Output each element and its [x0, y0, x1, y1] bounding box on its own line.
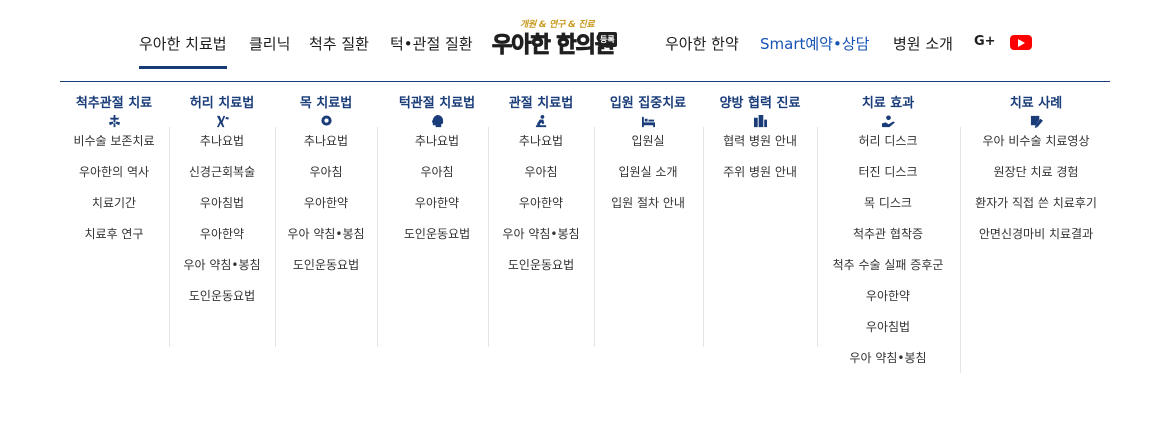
- menu-link[interactable]: 도인운동요법: [461, 257, 621, 288]
- logo-name: 우아한 한의원: [491, 33, 615, 59]
- case-note-icon: [956, 113, 1116, 129]
- nav-item-treatment[interactable]: 우아한 치료법: [139, 33, 227, 69]
- menu-column-separator: [594, 127, 595, 347]
- menu-column-separator: [169, 127, 170, 347]
- logo-badge: 등록: [598, 32, 617, 47]
- menu-link[interactable]: 척추 수술 실패 증후군: [808, 257, 968, 288]
- menu-link[interactable]: 입원 절차 안내: [568, 195, 728, 226]
- menu-column-8: 치료 효과허리 디스크 터진 디스크 목 디스크 척추관 협착증 척추 수술 실패 증후…: [808, 92, 968, 381]
- menu-column-separator: [488, 127, 489, 347]
- menu-column-list: 우아 비수술 치료영상 원장단 치료 경험 환자가 직접 쓴 치료후기 안면신경마비 …: [956, 133, 1116, 257]
- hand-care-icon: [808, 113, 968, 129]
- menu-column-list: 허리 디스크 터진 디스크 목 디스크 척추관 협착증 척추 수술 실패 증후군 우아한약…: [808, 133, 968, 381]
- google-plus-icon[interactable]: G+: [974, 34, 996, 49]
- menu-column-separator: [377, 127, 378, 347]
- menu-link[interactable]: 도인운동요법: [246, 257, 406, 288]
- menu-link[interactable]: 목 디스크: [808, 195, 968, 226]
- menu-link[interactable]: 도인운동요법: [142, 288, 302, 319]
- nav-item-joint-disease[interactable]: 턱•관절 질환: [390, 33, 473, 54]
- menu-column-title[interactable]: 치료 사례: [956, 92, 1116, 111]
- menu-link[interactable]: 허리 디스크: [808, 133, 968, 164]
- menu-link[interactable]: 우아 약침•봉침: [808, 350, 968, 381]
- hospital-logo[interactable]: 개원 & 연구 & 진료 우아한 한의원 등록: [491, 17, 622, 59]
- menu-link[interactable]: 우아침법: [808, 319, 968, 350]
- top-navigation: 우아한 치료법 클리닉 척추 질환 턱•관절 질환 개원 & 연구 & 진료 우…: [0, 0, 1164, 80]
- menu-column-separator: [275, 127, 276, 347]
- menu-link[interactable]: 원장단 치료 경험: [956, 164, 1116, 195]
- nav-item-hospital-intro[interactable]: 병원 소개: [893, 33, 953, 54]
- menu-column-title[interactable]: 치료 효과: [808, 92, 968, 111]
- menu-link[interactable]: 우아 약침•봉침: [461, 226, 621, 257]
- nav-item-smart-reservation[interactable]: Smart예약•상담: [760, 33, 869, 54]
- menu-link[interactable]: 안면신경마비 치료결과: [956, 226, 1116, 257]
- nav-item-clinic[interactable]: 클리닉: [249, 33, 290, 54]
- nav-item-herbal-medicine[interactable]: 우아한 한약: [665, 33, 739, 54]
- menu-column-separator: [703, 127, 704, 347]
- menu-link[interactable]: 터진 디스크: [808, 164, 968, 195]
- nav-item-spine-disease[interactable]: 척추 질환: [309, 33, 369, 54]
- nav-divider: [60, 81, 1110, 82]
- menu-column-separator: [817, 127, 818, 347]
- menu-link[interactable]: 환자가 직접 쓴 치료후기: [956, 195, 1116, 226]
- youtube-icon[interactable]: [1010, 35, 1032, 50]
- menu-link[interactable]: 척추관 협착증: [808, 226, 968, 257]
- menu-column-separator: [960, 127, 961, 373]
- menu-link[interactable]: 우아한약: [808, 288, 968, 319]
- menu-link[interactable]: 우아 비수술 치료영상: [956, 133, 1116, 164]
- menu-column-9: 치료 사례우아 비수술 치료영상 원장단 치료 경험 환자가 직접 쓴 치료후기 안면…: [956, 92, 1116, 257]
